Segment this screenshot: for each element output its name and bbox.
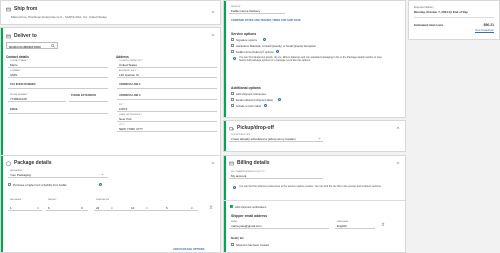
phone-label: PHONE NUMBER * (10, 94, 29, 96)
zip-label: ZIP * (119, 104, 124, 106)
compare-rates-link[interactable]: COMPARE RATES AND TRANSIT TIMES FOR SHIP… (231, 19, 301, 22)
package-details-title: Package details (14, 160, 52, 166)
add-package-options-link[interactable]: ADD PACKAGE OPTIONS (173, 248, 205, 251)
service-label: SERVICE * (231, 6, 242, 8)
expected-delivery-label: Expected delivery (414, 6, 434, 9)
address-heading: Address (116, 55, 129, 59)
info-icon[interactable]: i (278, 98, 282, 102)
language-label: LANGUAGE (337, 221, 349, 223)
chevron-down-icon[interactable] (211, 10, 215, 14)
country-label: COUNTRY/TERRITORY * (119, 60, 144, 62)
notify-for-label: Notify for: (231, 236, 245, 240)
info-icon[interactable]: i (99, 183, 103, 187)
search-icon[interactable] (51, 43, 55, 48)
billing-icon (229, 161, 234, 165)
trash-icon[interactable] (381, 222, 385, 226)
bill-to-label: BILL TRANSPORTATION COST TO * (231, 171, 266, 173)
active-indicator (224, 121, 226, 151)
service-options-heading: Service options (231, 32, 257, 36)
contact-name-label: CONTACT NAME * (10, 60, 28, 62)
return-label-checkbox[interactable] (231, 104, 234, 107)
chevron-up-icon[interactable] (396, 161, 400, 165)
packaging-label: PACKAGING * (10, 170, 24, 172)
address-line-3-field[interactable]: ADDRESS LINE 3 (119, 94, 140, 97)
deliver-to-title: Deliver to (14, 33, 37, 39)
dimensions-column-header: DIMENSIONS (96, 199, 110, 201)
tax-id-field[interactable]: TAX ID/EIN NUMBER (10, 83, 35, 86)
service-panel: SERVICE * FedEx Home Delivery COMPARE RA… (223, 0, 406, 118)
weight-column-header: WEIGHT * (48, 199, 58, 201)
deliver-to-icon (6, 34, 11, 38)
contact-details-heading: Contact details (6, 55, 29, 59)
pickup-dropoff-label: PICKUP/DROP-OFF * (231, 134, 252, 136)
info-icon: i (233, 186, 237, 190)
info-icon[interactable]: i (276, 50, 280, 54)
package-icon (6, 160, 11, 166)
ship-from-address: Mario Arrne, Prarhman Enterprise LLC - S… (11, 15, 107, 19)
signature-options-label: Signature options (236, 38, 257, 42)
packages-column-header: PACKAGES * (10, 199, 23, 201)
chevron-up-icon[interactable] (211, 161, 215, 165)
signature-options-checkbox[interactable] (231, 38, 234, 41)
hazmat-label: Hazardous Materials, Limited Quantity, o… (236, 44, 317, 48)
billing-note: You can find the shipment references to … (239, 185, 382, 188)
active-indicator (1, 156, 3, 252)
pickup-icon (229, 126, 234, 130)
chevron-down-icon[interactable] (101, 173, 104, 176)
chevron-down-icon[interactable] (318, 137, 321, 140)
shipment-references-checkbox[interactable] (231, 92, 234, 95)
billing-details-panel: Billing details BILL TRANSPORTATION COST… (223, 155, 406, 253)
info-icon: i (233, 57, 237, 61)
shipment-references-label: Add shipment references (236, 92, 266, 96)
billing-details-title: Billing details (237, 160, 270, 166)
options-note: You can find dangerous goods, dry ice, l… (239, 56, 383, 63)
chevron-up-icon[interactable] (211, 33, 215, 37)
shipper-email-heading: Shipper email address (231, 214, 268, 218)
email-field[interactable]: EMAIL (10, 108, 18, 111)
address-line-2-field[interactable]: ADDRESS LINE 2 (119, 83, 140, 86)
info-icon[interactable]: i (263, 38, 267, 42)
company-label: COMPANY (10, 70, 21, 72)
hazmat-checkbox[interactable] (231, 44, 234, 47)
expected-delivery-value: Monday, October 7, 2024 by End of Day (414, 10, 468, 14)
view-breakdown-link[interactable]: View breakdown (475, 29, 494, 32)
home-delivery-options-checkbox[interactable] (231, 50, 234, 53)
shipment-notifications-checkbox[interactable] (230, 205, 233, 209)
estimated-total-label: Estimated total costs (414, 23, 444, 27)
return-label-label: Include a return label (236, 104, 262, 108)
higher-liability-label: Purchase a higher limit of liability fro… (13, 183, 67, 187)
active-indicator (224, 1, 226, 117)
shipment-created-label: Shipment has been created (236, 243, 269, 247)
trash-icon[interactable] (209, 205, 213, 209)
ship-from-panel[interactable]: Ship from Mario Arrne, Prarhman Enterpri… (0, 0, 221, 25)
package-details-panel: Package details PACKAGING * Your Packagi… (0, 155, 221, 253)
active-indicator (224, 156, 226, 252)
address-line-1-label: ADDRESS LINE 1 * (119, 70, 138, 72)
shipper-email-label: EMAIL (231, 221, 238, 223)
state-label: STATE OR PROVINCE * (119, 114, 142, 116)
ship-from-icon (6, 7, 11, 11)
pickup-dropoff-title: Pickup/drop-off (237, 125, 274, 131)
city-label: CITY * (119, 124, 126, 126)
email-label-label: Email outbound shipment label (236, 98, 273, 102)
phone-extension-field[interactable]: PHONE EXTENSION (71, 94, 96, 97)
additional-options-heading: Additional options (231, 86, 261, 90)
home-delivery-options-label: FedEx Home Delivery® options (236, 50, 274, 54)
email-label-checkbox[interactable] (231, 98, 234, 101)
pickup-dropoff-panel: Pickup/drop-off PICKUP/DROP-OFF * I have… (223, 120, 406, 152)
ship-from-title: Ship from (14, 6, 38, 12)
estimated-total-value: $90.21 (483, 23, 494, 27)
summary-panel: Expected delivery Monday, October 7, 202… (408, 0, 500, 40)
chevron-up-icon[interactable] (396, 126, 400, 130)
info-icon[interactable]: i (264, 104, 268, 108)
shipment-created-checkbox[interactable] (231, 243, 234, 246)
shipment-notifications-label: Add shipment notifications (235, 205, 267, 209)
higher-liability-checkbox[interactable] (8, 183, 11, 186)
